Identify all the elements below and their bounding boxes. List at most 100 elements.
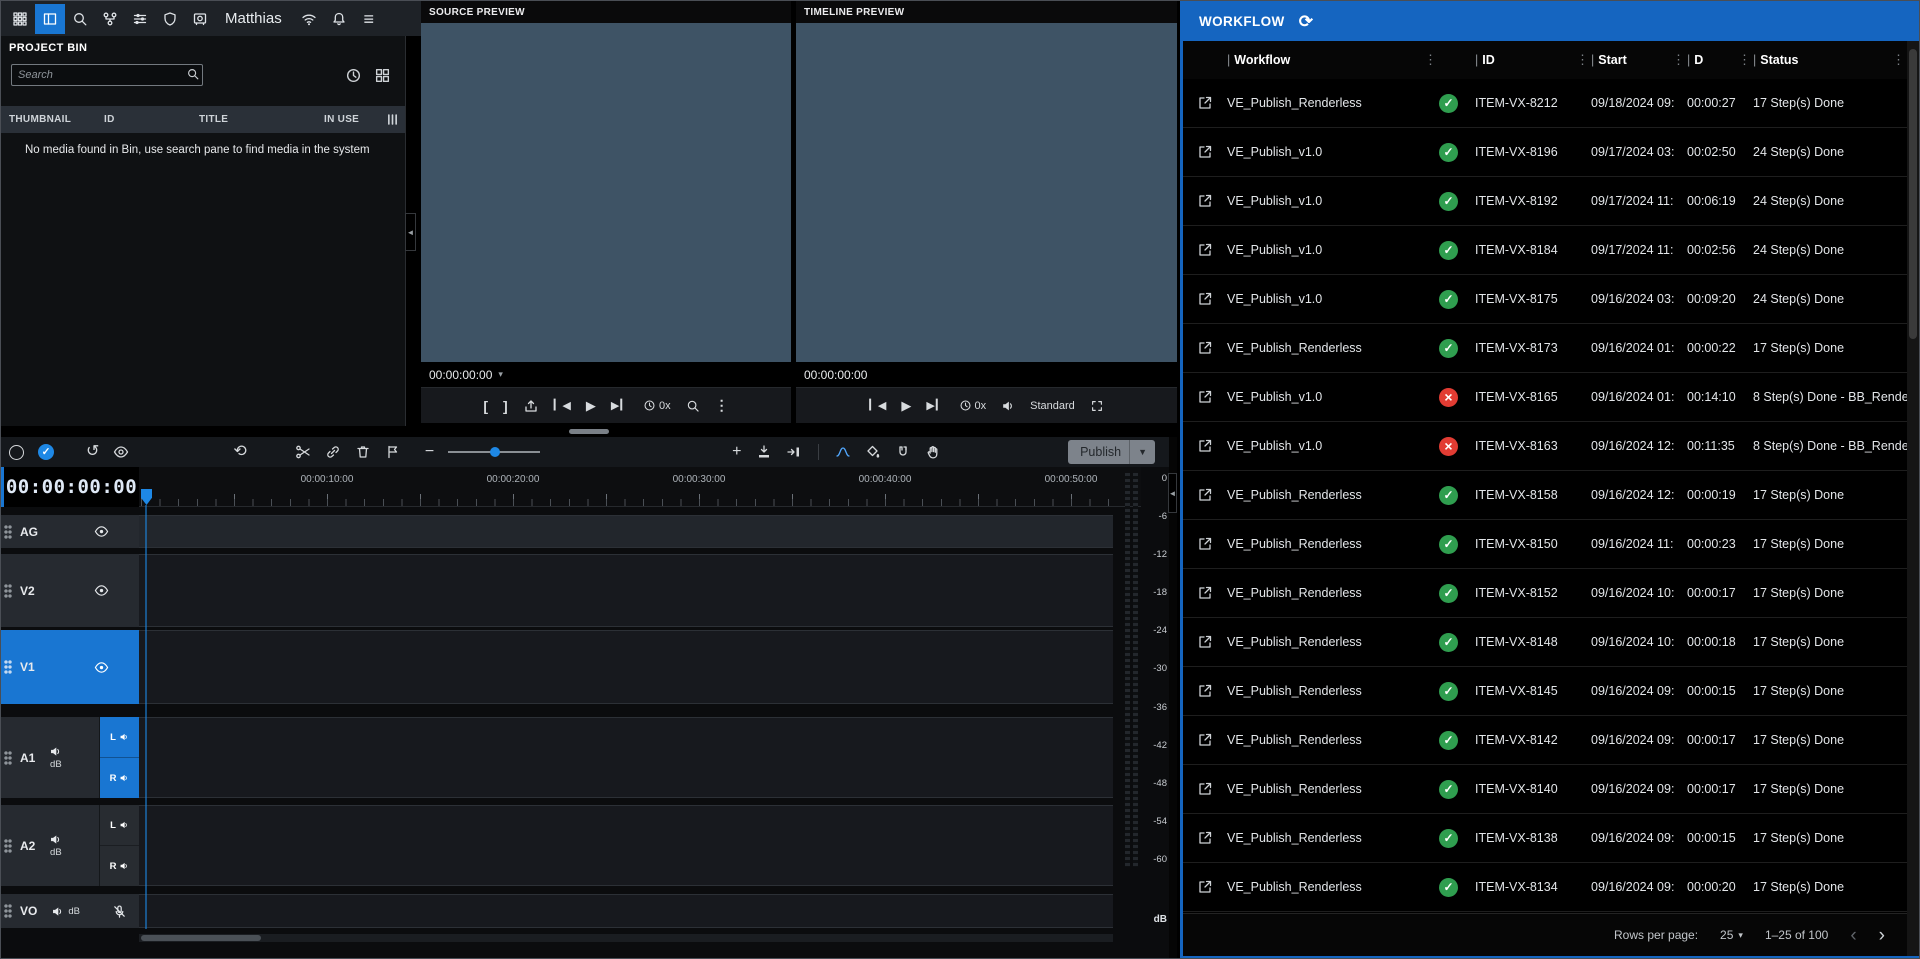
mark-in-icon[interactable]: [ [483, 398, 488, 414]
bell-icon[interactable] [324, 4, 354, 34]
link-icon[interactable] [325, 444, 341, 460]
quality-selector[interactable]: Standard [1030, 400, 1075, 412]
open-in-new-icon[interactable] [1183, 585, 1227, 601]
layout-columns-icon[interactable] [35, 4, 65, 34]
workflow-row[interactable]: VE_Publish_Renderless ITEM-VX-8152 09/16… [1183, 569, 1907, 618]
channel-right[interactable]: R [100, 845, 139, 886]
timeline-hscrollbar[interactable] [139, 934, 1113, 942]
workflow-row[interactable]: VE_Publish_Renderless ITEM-VX-8145 09/16… [1183, 667, 1907, 716]
track-lane-v1[interactable] [139, 630, 1113, 704]
sliders-icon[interactable] [125, 4, 155, 34]
record-icon[interactable] [9, 445, 24, 460]
slider-thumb[interactable] [490, 447, 500, 457]
channel-right[interactable]: R [100, 757, 139, 798]
open-in-new-icon[interactable] [1183, 487, 1227, 503]
track-header-v2[interactable]: V2 [1, 554, 139, 627]
open-in-new-icon[interactable] [1183, 291, 1227, 307]
track-volume-icon[interactable] [49, 833, 62, 846]
overwrite-clip-icon[interactable] [786, 444, 802, 460]
visibility-icon[interactable] [94, 583, 109, 598]
visibility-icon[interactable] [94, 660, 109, 675]
workflow-row[interactable]: VE_Publish_v1.0 ITEM-VX-8165 09/16/2024 … [1183, 373, 1907, 422]
workflow-row[interactable]: VE_Publish_Renderless ITEM-VX-8142 09/16… [1183, 716, 1907, 765]
channel-left[interactable]: L [100, 717, 139, 757]
track-volume-icon[interactable] [49, 745, 62, 758]
open-in-new-icon[interactable] [1183, 830, 1227, 846]
volume-icon[interactable] [1001, 399, 1015, 413]
track-header-v1[interactable]: V1 [1, 630, 139, 704]
hand-tool-icon[interactable] [925, 444, 941, 460]
bin-search-input[interactable] [11, 64, 203, 86]
drag-handle[interactable] [4, 660, 16, 674]
db-label[interactable]: dB [50, 847, 62, 858]
refresh-icon[interactable]: ⟳ [1299, 13, 1313, 30]
drag-handle[interactable] [4, 751, 16, 765]
workflow-row[interactable]: VE_Publish_v1.0 ITEM-VX-8163 09/16/2024 … [1183, 422, 1907, 471]
workflow-row[interactable]: VE_Publish_v1.0 ITEM-VX-8192 09/17/2024 … [1183, 177, 1907, 226]
open-in-new-icon[interactable] [1183, 438, 1227, 454]
col-duration[interactable]: |D⋮ [1687, 52, 1753, 68]
insert-clip-icon[interactable] [756, 444, 772, 460]
timeline-ruler[interactable]: 00:00:10:0000:00:20:0000:00:30:0000:00:4… [139, 467, 1141, 507]
visibility-icon[interactable] [94, 524, 109, 539]
source-timecode[interactable]: 00:00:00:00 [429, 368, 492, 382]
workflow-scrollbar[interactable] [1907, 41, 1919, 956]
track-header-a2[interactable]: A2 dB L R [1, 805, 139, 886]
user-name[interactable]: Matthias [225, 10, 282, 27]
play-icon[interactable]: ▶ [901, 398, 911, 414]
track-lane-a2[interactable] [139, 805, 1113, 886]
workflow-row[interactable]: VE_Publish_Renderless ITEM-VX-8173 09/16… [1183, 324, 1907, 373]
col-start[interactable]: |Start⋮ [1591, 52, 1687, 68]
next-frame-icon[interactable]: ▶▎ [926, 399, 943, 412]
workflow-row[interactable]: VE_Publish_Renderless ITEM-VX-8138 09/16… [1183, 814, 1907, 863]
workflow-row[interactable]: VE_Publish_Renderless ITEM-VX-8150 09/16… [1183, 520, 1907, 569]
workflow-row[interactable]: VE_Publish_v1.0 ITEM-VX-8184 09/17/2024 … [1183, 226, 1907, 275]
next-frame-icon[interactable]: ▶▎ [611, 399, 628, 412]
open-in-new-icon[interactable] [1183, 242, 1227, 258]
workflow-nodes-icon[interactable] [95, 4, 125, 34]
snap-magnet-icon[interactable] [895, 444, 911, 460]
mark-out-icon[interactable]: ] [503, 398, 508, 414]
track-volume-icon[interactable] [51, 905, 64, 918]
open-in-new-icon[interactable] [1183, 781, 1227, 797]
play-icon[interactable]: ▶ [586, 398, 596, 414]
workflow-row[interactable]: VE_Publish_Renderless ITEM-VX-8134 09/16… [1183, 863, 1907, 912]
prev-page-icon[interactable]: ‹ [1850, 926, 1856, 945]
drag-handle[interactable] [4, 904, 16, 918]
speed-indicator[interactable]: 0x [643, 399, 671, 412]
workflow-row[interactable]: VE_Publish_Renderless ITEM-VX-8140 09/16… [1183, 765, 1907, 814]
workflow-row[interactable]: VE_Publish_v1.0 ITEM-VX-8196 09/17/2024 … [1183, 128, 1907, 177]
marker-flag-icon[interactable] [385, 444, 401, 460]
open-in-new-icon[interactable] [1183, 683, 1227, 699]
approve-check-icon[interactable]: ✓ [38, 444, 54, 460]
rows-per-page-select[interactable]: 25▾ [1720, 928, 1743, 942]
workflow-row[interactable]: VE_Publish_Renderless ITEM-VX-8158 09/16… [1183, 471, 1907, 520]
track-header-vo[interactable]: VO dB [1, 894, 139, 928]
prev-frame-icon[interactable]: ▎◀ [869, 399, 886, 412]
zoom-icon[interactable] [686, 399, 700, 413]
timeline-collapse-handle[interactable]: ◄ [1168, 473, 1177, 513]
open-in-new-icon[interactable] [1183, 732, 1227, 748]
track-header-ag[interactable]: AG [1, 515, 139, 548]
col-id[interactable]: |ID⋮ [1475, 52, 1591, 68]
delete-trash-icon[interactable] [355, 444, 371, 460]
undo-icon[interactable]: ↺ [86, 444, 99, 460]
history-icon[interactable] [345, 67, 362, 84]
scrollbar-thumb[interactable] [141, 935, 261, 941]
fade-curve-icon[interactable] [835, 444, 851, 460]
wifi-icon[interactable] [294, 4, 324, 34]
publish-button[interactable]: Publish ▼ [1068, 440, 1155, 464]
fullscreen-icon[interactable] [1090, 399, 1104, 413]
prev-frame-icon[interactable]: ▎◀ [554, 399, 571, 412]
open-in-new-icon[interactable] [1183, 95, 1227, 111]
col-status[interactable]: |Status⋮ [1753, 52, 1907, 68]
open-in-new-icon[interactable] [1183, 879, 1227, 895]
zoom-slider[interactable] [448, 445, 540, 459]
open-in-new-icon[interactable] [1183, 144, 1227, 160]
mic-muted-icon[interactable] [112, 904, 127, 919]
track-lane-vo[interactable] [139, 894, 1113, 928]
next-page-icon[interactable]: › [1879, 926, 1885, 945]
bin-collapse-handle[interactable]: ◄ [405, 213, 416, 251]
workflow-row[interactable]: VE_Publish_Renderless ITEM-VX-8148 09/16… [1183, 618, 1907, 667]
shield-icon[interactable] [155, 4, 185, 34]
